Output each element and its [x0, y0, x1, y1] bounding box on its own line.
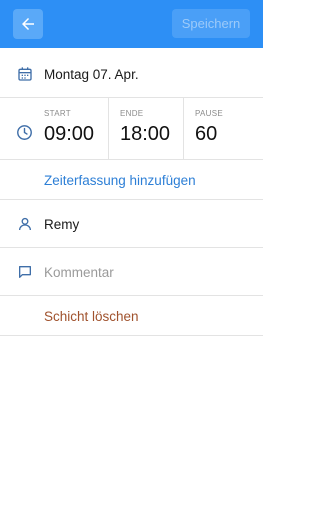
user-icon [16, 215, 34, 233]
employee-name: Remy [44, 217, 80, 232]
back-button[interactable] [13, 9, 43, 39]
clock-icon [16, 124, 33, 146]
add-time-entry-link[interactable]: Zeiterfassung hinzufügen [44, 173, 196, 188]
date-row[interactable]: Montag 07. Apr. [0, 51, 263, 98]
arrow-left-icon [22, 18, 34, 30]
start-label: START [44, 109, 71, 118]
top-bar: Speichern [0, 0, 263, 48]
end-label: ENDE [120, 109, 144, 118]
add-time-entry-row[interactable]: Zeiterfassung hinzufügen [0, 160, 263, 200]
shift-editor-screen: Speichern Montag 07. Apr. START 09:00 EN… [0, 0, 263, 520]
employee-row[interactable]: Remy [0, 200, 263, 248]
delete-shift-button[interactable]: Schicht löschen [44, 309, 139, 324]
start-time-field[interactable]: START 09:00 [44, 98, 107, 159]
pause-label: PAUSE [195, 109, 224, 118]
end-time-field[interactable]: ENDE 18:00 [108, 98, 183, 159]
comment-icon [16, 263, 34, 281]
time-row: START 09:00 ENDE 18:00 PAUSE 60 [0, 98, 263, 160]
calendar-icon [16, 65, 34, 83]
comment-field[interactable]: Kommentar [44, 265, 114, 280]
end-value: 18:00 [120, 123, 171, 145]
save-button[interactable]: Speichern [172, 9, 250, 38]
pause-field[interactable]: PAUSE 60 [183, 98, 264, 159]
date-label: Montag 07. Apr. [44, 67, 139, 82]
pause-value: 60 [195, 123, 218, 145]
delete-shift-row[interactable]: Schicht löschen [0, 296, 263, 336]
comment-row[interactable]: Kommentar [0, 248, 263, 296]
start-value: 09:00 [44, 123, 95, 145]
